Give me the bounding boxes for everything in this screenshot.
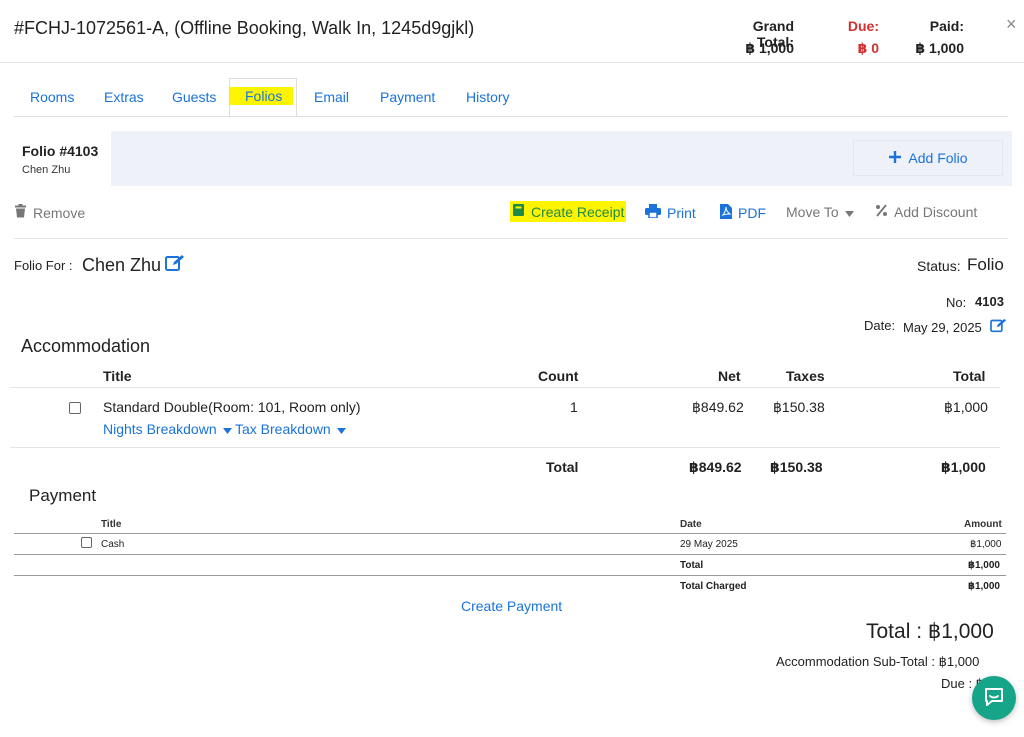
- due-label: Due:: [847, 18, 879, 34]
- tab-payment[interactable]: Payment: [380, 89, 435, 105]
- acc-col-count: Count: [538, 368, 579, 384]
- pay-total-divider: [14, 575, 1006, 576]
- grand-total-value: ฿ 1,000: [745, 40, 794, 56]
- pay-header-divider: [14, 533, 1006, 534]
- pay-total-charged-value: ฿1,000: [968, 581, 1000, 592]
- nights-breakdown-toggle[interactable]: Nights Breakdown: [103, 421, 232, 437]
- trash-icon: [14, 204, 27, 221]
- tab-rooms[interactable]: Rooms: [30, 89, 74, 105]
- acc-header-divider: [10, 387, 1000, 388]
- tab-history[interactable]: History: [466, 89, 510, 105]
- add-folio-label: Add Folio: [908, 150, 968, 166]
- folio-for-name: Chen Zhu: [82, 255, 162, 275]
- accommodation-heading: Accommodation: [21, 336, 151, 356]
- acc-row-title: Standard Double(Room: 101, Room only): [103, 399, 361, 415]
- create-receipt-label: Create Receipt: [531, 203, 625, 220]
- folio-guest-name: Chen Zhu: [22, 164, 71, 176]
- acc-total-total: ฿1,000: [941, 459, 986, 475]
- acc-row-count: 1: [570, 399, 578, 415]
- acc-col-net: Net: [718, 368, 741, 384]
- pdf-label: PDF: [738, 205, 766, 221]
- caret-down-icon: [844, 204, 854, 220]
- pay-col-amount: Amount: [964, 519, 1002, 530]
- tab-folios[interactable]: Folios: [229, 87, 294, 105]
- acc-total-taxes: ฿150.38: [770, 459, 823, 475]
- tax-breakdown-label: Tax Breakdown: [235, 421, 331, 437]
- plus-icon: [888, 150, 902, 167]
- folio-for: Chen Zhu: [82, 254, 185, 277]
- payment-heading: Payment: [29, 486, 97, 505]
- acc-row-checkbox[interactable]: [69, 402, 81, 414]
- add-discount-label: Add Discount: [894, 204, 978, 220]
- pay-col-title: Title: [101, 519, 122, 530]
- status-label: Status:: [917, 258, 961, 274]
- add-discount-button[interactable]: Add Discount: [875, 204, 977, 220]
- nights-breakdown-label: Nights Breakdown: [103, 421, 217, 437]
- pdf-file-icon: [720, 204, 732, 222]
- due-value: ฿ 0: [857, 40, 879, 56]
- pay-total-value: ฿1,000: [968, 560, 1000, 571]
- acc-total-net: ฿849.62: [689, 459, 742, 475]
- paid-label: Paid:: [929, 18, 964, 34]
- add-folio-button[interactable]: Add Folio: [853, 140, 1003, 176]
- create-payment-link[interactable]: Create Payment: [461, 598, 562, 614]
- folio-no-label: No:: [946, 295, 967, 310]
- remove-label: Remove: [33, 204, 86, 221]
- acc-row-net: ฿849.62: [692, 399, 744, 415]
- tab-folios-label: Folios: [229, 87, 294, 105]
- tax-breakdown-toggle[interactable]: Tax Breakdown: [235, 421, 346, 437]
- acc-total-label: Total: [546, 459, 579, 475]
- percent-icon: [875, 204, 888, 220]
- chat-launcher-button[interactable]: [972, 676, 1016, 720]
- acc-col-total: Total: [953, 368, 986, 384]
- pay-total-charged-label: Total Charged: [680, 581, 747, 592]
- summary-total: Total : ฿1,000: [866, 620, 994, 643]
- book-icon: [512, 203, 525, 220]
- acc-row-total: ฿1,000: [944, 399, 988, 415]
- remove-button[interactable]: Remove: [14, 204, 85, 221]
- close-icon[interactable]: ×: [1006, 14, 1017, 35]
- acc-row-taxes: ฿150.38: [773, 399, 825, 415]
- caret-down-icon: [222, 421, 232, 437]
- pay-total-label: Total: [680, 560, 704, 571]
- printer-icon: [645, 204, 661, 221]
- acc-rows-divider: [10, 447, 1000, 448]
- tab-extras[interactable]: Extras: [104, 89, 144, 105]
- toolbar-divider: [14, 238, 1008, 239]
- pay-col-date: Date: [680, 519, 702, 530]
- pay-row-date: 29 May 2025: [680, 539, 738, 550]
- folio-for-label: Folio For :: [14, 258, 73, 273]
- edit-date-icon[interactable]: [989, 318, 1007, 336]
- acc-col-title: Title: [103, 368, 132, 384]
- move-to-dropdown[interactable]: Move To: [786, 204, 854, 220]
- print-label: Print: [667, 204, 696, 221]
- tabs-divider: [14, 116, 1008, 117]
- move-to-label: Move To: [786, 204, 839, 220]
- pay-row-checkbox[interactable]: [81, 537, 92, 548]
- booking-title: #FCHJ-1072561-A, (Offline Booking, Walk …: [14, 18, 475, 38]
- print-button[interactable]: Print: [645, 204, 696, 221]
- caret-down-icon: [336, 421, 346, 437]
- pay-row-amount: ฿1,000: [970, 539, 1002, 550]
- acc-col-taxes: Taxes: [786, 368, 825, 384]
- chat-bubble-icon: [983, 686, 1005, 711]
- edit-icon[interactable]: [165, 254, 185, 277]
- folio-date-value: May 29, 2025: [903, 319, 982, 335]
- status-value: Folio: [967, 255, 1004, 274]
- summary-accommodation-subtotal: Accommodation Sub-Total : ฿1,000: [776, 654, 980, 669]
- folio-date-label: Date:: [864, 318, 896, 333]
- header-divider: [0, 62, 1024, 63]
- pdf-button[interactable]: PDF: [720, 204, 766, 222]
- folio-date: May 29, 2025: [903, 318, 1007, 336]
- pay-row-title: Cash: [101, 539, 125, 550]
- folio-no-value: 4103: [975, 294, 1004, 309]
- folio-number: Folio #4103: [22, 143, 99, 159]
- pay-row-divider: [14, 554, 1006, 555]
- paid-value: ฿ 1,000: [915, 40, 964, 56]
- tab-guests[interactable]: Guests: [172, 89, 216, 105]
- tab-email[interactable]: Email: [314, 89, 349, 105]
- create-receipt-button[interactable]: Create Receipt: [510, 201, 627, 222]
